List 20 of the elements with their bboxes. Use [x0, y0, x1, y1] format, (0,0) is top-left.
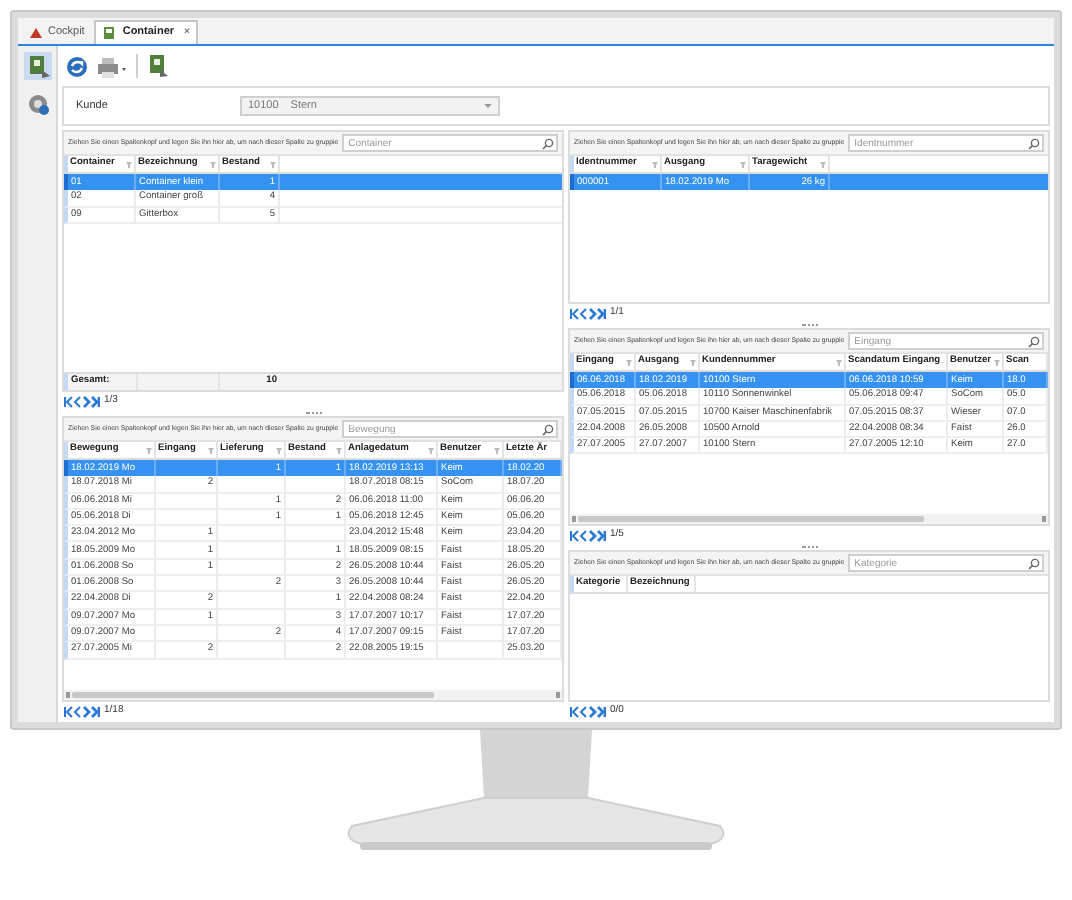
horizontal-scrollbar[interactable]	[64, 690, 562, 700]
pager-arrows-icon[interactable]	[570, 307, 606, 319]
pager-arrows-icon[interactable]	[64, 395, 100, 407]
document-icon[interactable]	[146, 54, 170, 78]
pager-arrows-icon[interactable]	[570, 705, 606, 717]
pager-arrows-icon[interactable]	[64, 705, 100, 717]
search-icon	[1028, 137, 1040, 149]
document-icon[interactable]	[23, 52, 51, 80]
printer-icon[interactable]	[96, 55, 128, 77]
search-icon	[1028, 557, 1040, 569]
search-icon	[542, 137, 554, 149]
cockpit-icon	[28, 25, 44, 39]
document-icon	[102, 26, 119, 40]
search-icon	[1028, 335, 1040, 347]
search-icon	[542, 423, 554, 435]
caret-icon	[484, 104, 492, 108]
horizontal-scrollbar[interactable]	[570, 514, 1048, 524]
pager-arrows-icon[interactable]	[570, 529, 606, 541]
gear-icon[interactable]	[25, 92, 49, 116]
refresh-icon[interactable]	[66, 55, 88, 77]
